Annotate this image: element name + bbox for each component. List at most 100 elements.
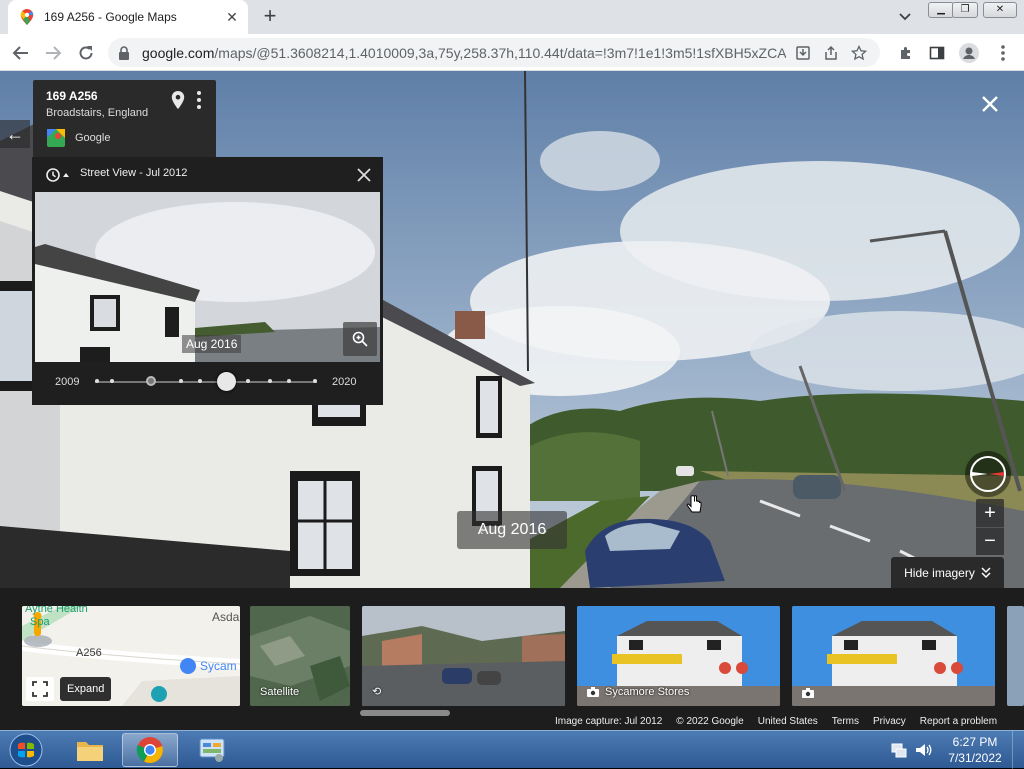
timeline-start-year: 2009 [55,376,80,388]
address-bar[interactable]: google.com/maps/@51.3608214,1.4010009,3a… [108,38,880,67]
timeline-tick[interactable] [95,379,99,383]
prev-date-chevron-icon[interactable]: ‹ [479,511,484,549]
start-button[interactable] [4,732,48,768]
taskbar-clock-date[interactable]: 7/31/2022 [944,751,1006,765]
satellite-label: Satellite [260,686,300,698]
control-panel-icon [199,738,225,762]
timeline-current-marker[interactable] [146,376,156,386]
close-time-travel-icon[interactable] [353,164,375,186]
timeline-tick[interactable] [110,379,114,383]
next-photo-thumbnail[interactable] [1007,606,1024,706]
filmstrip-scrollbar[interactable] [360,710,450,716]
windows-taskbar: 6:27 PM 7/31/2022 [0,730,1024,769]
imagery-date-chip[interactable]: ‹ Aug 2016 › [457,511,567,549]
place-title: 169 A256 [46,89,98,103]
camera-icon-2 [802,688,814,698]
google-maps-favicon-icon [20,9,34,25]
time-travel-panel: Street View - Jul 2012 Aug 2016 2009 202… [32,157,383,405]
reload-icon [79,46,93,60]
close-street-view-icon[interactable] [976,90,1004,118]
preview-date-label: Aug 2016 [182,335,242,353]
country-link[interactable]: United States [758,716,818,730]
timeline-tick[interactable] [198,379,202,383]
url-text[interactable]: google.com/maps/@51.3608214,1.4010009,3a… [142,45,786,61]
map-label-spa: Spa [30,616,50,628]
compass-button[interactable] [965,451,1011,497]
taskbar-control-panel[interactable] [184,733,240,767]
double-chevron-down-icon [981,566,991,578]
hand-cursor-icon [686,495,702,513]
url-path: /maps/@51.3608214,1.4010009,3a,75y,258.3… [214,44,786,61]
timeline-slider-track[interactable] [95,379,317,383]
imagery-date-label: Aug 2016 [477,521,547,538]
url-domain: google.com [142,44,215,61]
taskbar-file-explorer[interactable] [62,733,118,767]
chrome-icon [136,737,163,763]
browser-tab[interactable]: 169 A256 - Google Maps ✕ [8,0,248,34]
expand-map-button[interactable] [26,677,54,701]
more-options-icon[interactable] [195,90,203,110]
camera-icon [587,687,599,697]
tab-search-chevron-icon[interactable] [895,8,915,26]
browser-toolbar: google.com/maps/@51.3608214,1.4010009,3a… [0,34,1024,71]
taskbar-chrome[interactable] [122,733,178,767]
timeline-tick[interactable] [246,379,250,383]
bookmark-star-icon[interactable] [848,42,870,64]
profile-button[interactable] [956,40,982,66]
network-tray-icon[interactable] [890,741,908,759]
mini-map-thumbnail[interactable]: Aytne Health Spa A256 Asda Sycam [22,606,240,706]
lock-icon [119,45,129,60]
volume-tray-icon[interactable] [914,741,932,759]
timeline-tick[interactable] [313,379,317,383]
imagery-filmstrip: Aytne Health Spa A256 Asda Sycam Expand … [0,588,1024,730]
timeline-tick[interactable] [287,379,291,383]
sycamore-stores-label: Sycamore Stores [605,686,690,698]
expand-icon [32,681,48,697]
next-date-chevron-icon[interactable]: › [542,511,547,549]
extensions-button[interactable] [893,40,919,66]
magnify-plus-icon [352,331,368,347]
browser-tab-bar: 169 A256 - Google Maps ✕ + ▁ ❐ ✕ [0,0,1024,34]
forward-button[interactable] [40,40,66,66]
new-tab-button[interactable]: + [258,4,282,28]
tab-close-icon[interactable]: ✕ [224,9,240,25]
share-icon[interactable] [820,42,842,64]
reload-button[interactable] [73,40,99,66]
street-photo-thumbnail[interactable]: ⟲ [362,606,565,706]
store-photo-label: Sycamore Stores [587,686,689,698]
place-subtitle: Broadstairs, England [46,107,149,119]
copyright-text: © 2022 Google [676,716,744,727]
privacy-link[interactable]: Privacy [873,716,906,730]
timeline-tick[interactable] [179,379,183,383]
side-panel-button[interactable] [924,40,950,66]
terms-link[interactable]: Terms [832,716,859,730]
store-photo-thumbnail-2[interactable] [792,606,995,706]
report-problem-link[interactable]: Report a problem [920,716,997,730]
timeline-tick[interactable] [268,379,272,383]
place-source-label: Google [75,132,111,144]
hide-imagery-button[interactable]: Hide imagery [891,557,1004,588]
back-to-map-button[interactable]: ← [0,120,30,148]
show-desktop-button[interactable] [1012,731,1024,769]
timeline-slider-thumb[interactable] [217,372,236,391]
satellite-thumbnail[interactable]: Satellite [250,606,350,706]
map-label-sycamore: Sycam [200,659,237,673]
preview-zoom-button[interactable] [343,322,377,356]
history-clock-icon[interactable] [45,167,69,183]
map-label-asda: Asda [212,610,240,624]
maps-footer: Image capture: Jul 2012 © 2022 Google Un… [555,716,997,730]
back-button[interactable] [8,40,34,66]
zoom-out-button[interactable]: − [976,527,1004,555]
zoom-in-button[interactable]: + [976,499,1004,527]
sycamore-stores-photo-thumbnail[interactable]: Sycamore Stores [577,606,780,706]
window-close-button[interactable]: ✕ [983,2,1017,18]
browser-menu-button[interactable] [990,40,1016,66]
location-pin-icon[interactable] [171,91,185,109]
window-minimize-button[interactable]: ▁ [928,2,954,18]
taskbar-clock-time[interactable]: 6:27 PM [950,735,1000,749]
google-maps-logo-icon [47,129,65,147]
timeline-end-year: 2020 [332,376,357,388]
install-app-icon[interactable] [792,42,814,64]
forward-arrow-icon [46,46,62,60]
window-restore-button[interactable]: ❐ [952,2,978,18]
